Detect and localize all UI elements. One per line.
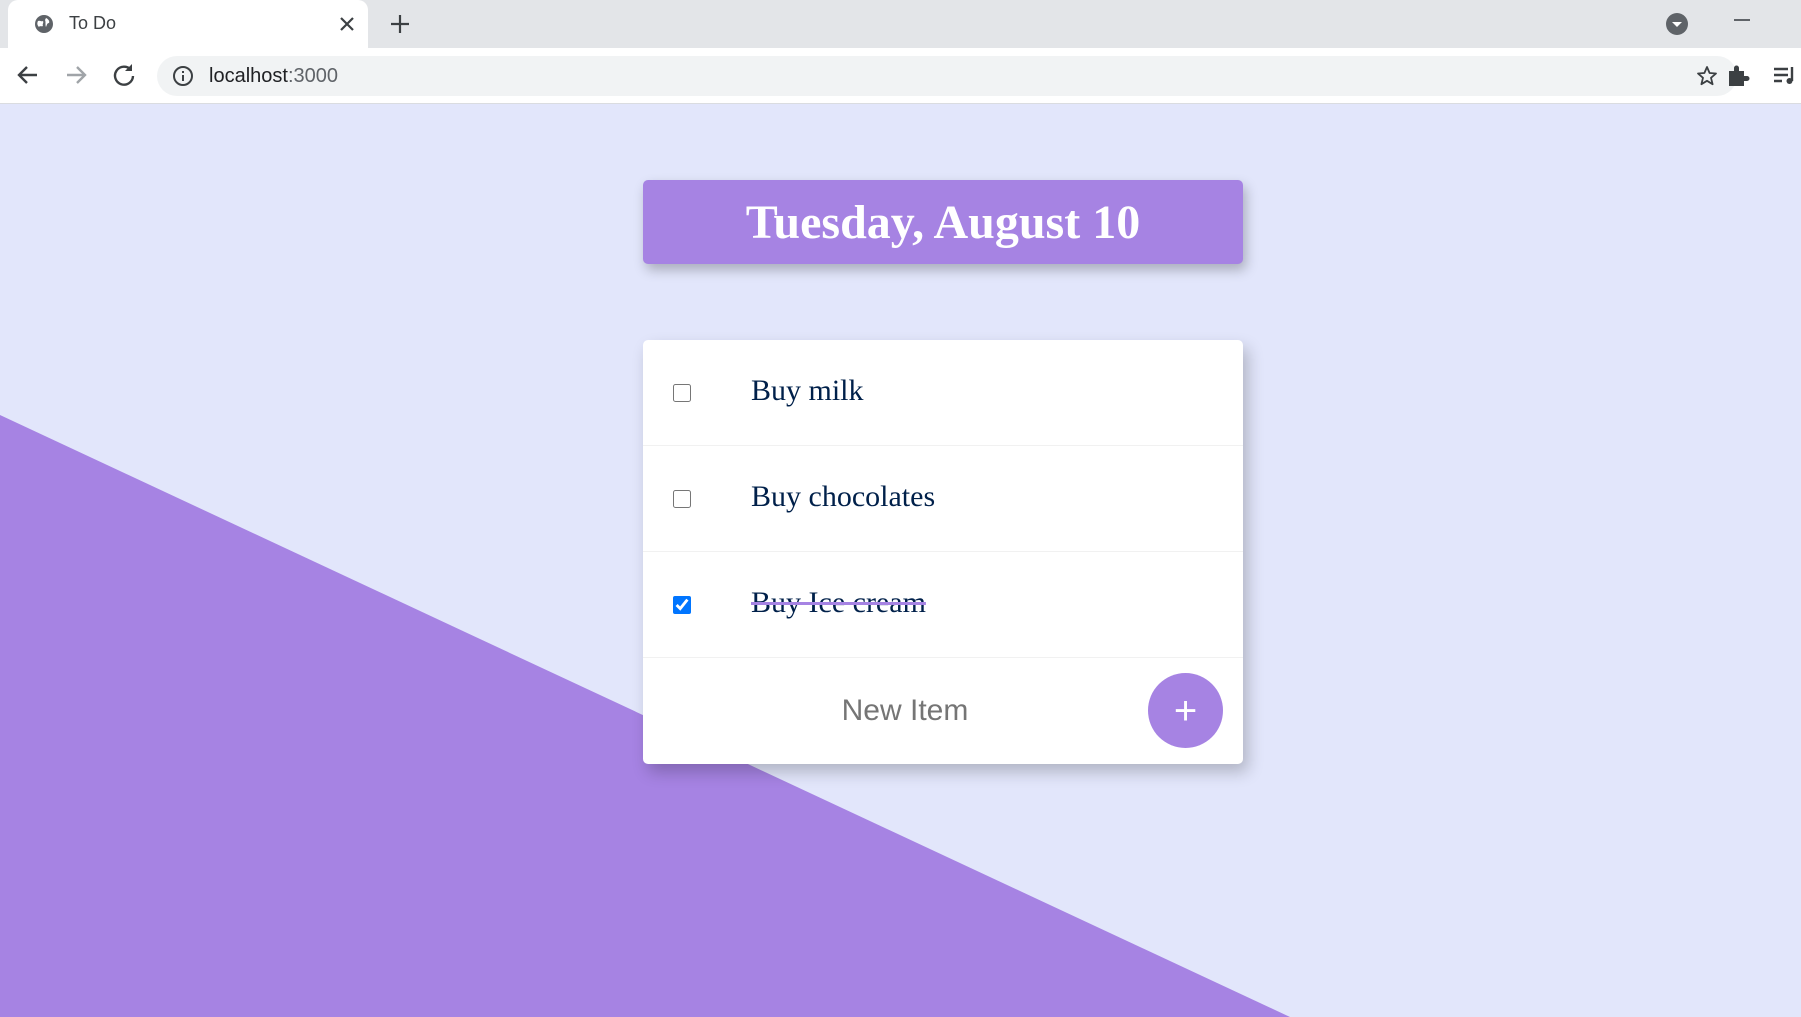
bookmark-star-icon[interactable]: [1695, 64, 1719, 88]
browser-tab[interactable]: To Do: [8, 0, 368, 48]
new-item-input[interactable]: [673, 678, 1137, 744]
minimize-button[interactable]: [1734, 19, 1750, 21]
url-text: localhost:3000: [209, 65, 338, 88]
todo-list-card: Buy milk Buy chocolates Buy Ice cream +: [643, 340, 1243, 764]
item-checkbox[interactable]: [673, 384, 691, 402]
list-item: Buy Ice cream: [643, 552, 1243, 658]
back-arrow-icon[interactable]: [14, 61, 42, 89]
page-title: Tuesday, August 10: [745, 196, 1141, 249]
item-checkbox[interactable]: [673, 490, 691, 508]
list-item: Buy chocolates: [643, 446, 1243, 552]
item-checkbox[interactable]: [673, 596, 691, 614]
reading-list-icon[interactable]: [1770, 61, 1798, 89]
forward-arrow-icon[interactable]: [62, 61, 90, 89]
list-item: Buy milk: [643, 340, 1243, 446]
browser-tab-strip: To Do: [0, 0, 1801, 48]
new-item-form: +: [643, 658, 1243, 764]
url-port: :3000: [287, 65, 338, 87]
item-label: Buy milk: [751, 374, 864, 407]
tab-search-icon[interactable]: [1665, 12, 1689, 36]
page-viewport: Tuesday, August 10 Buy milk Buy chocolat…: [0, 104, 1801, 1017]
globe-icon: [35, 15, 53, 33]
tab-title: To Do: [69, 13, 117, 33]
add-item-button[interactable]: +: [1148, 673, 1223, 748]
info-icon[interactable]: [172, 65, 194, 87]
address-bar[interactable]: localhost:3000: [157, 56, 1737, 96]
new-tab-icon[interactable]: [388, 12, 412, 36]
item-label: Buy chocolates: [751, 480, 936, 513]
item-label: Buy Ice cream: [751, 586, 926, 619]
extensions-puzzle-icon[interactable]: [1724, 61, 1752, 89]
date-heading-box: Tuesday, August 10: [643, 180, 1243, 264]
close-icon[interactable]: [336, 13, 358, 35]
browser-toolbar: localhost:3000: [0, 48, 1801, 104]
url-host: localhost: [209, 65, 288, 87]
reload-icon[interactable]: [110, 61, 138, 89]
